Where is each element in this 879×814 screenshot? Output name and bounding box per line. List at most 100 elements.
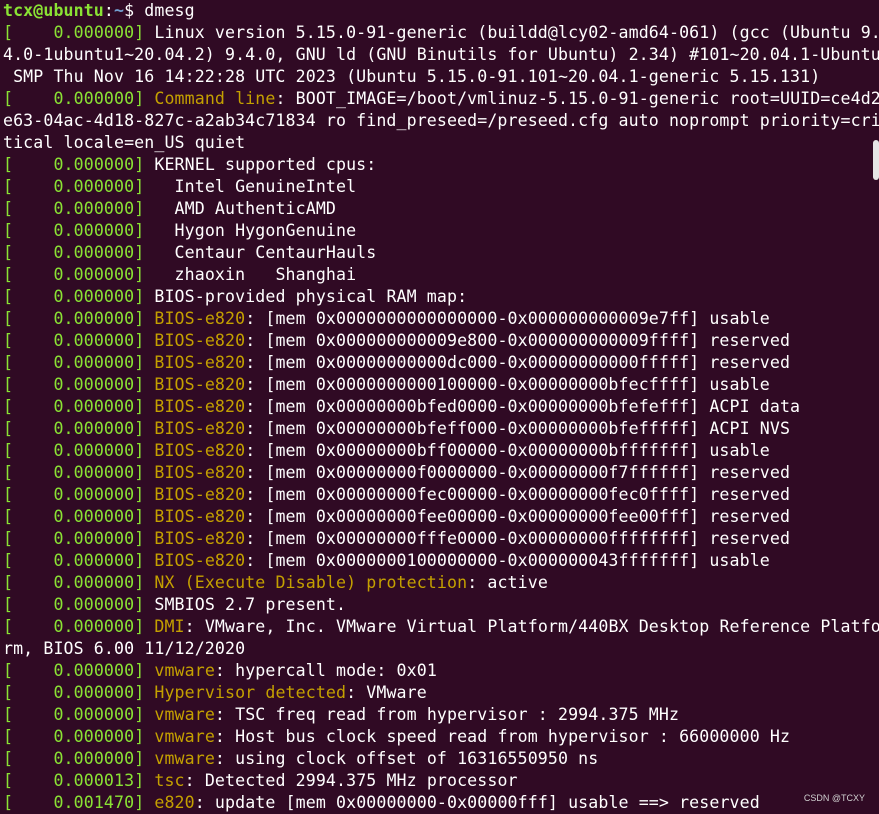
bracket-close: ] — [134, 617, 155, 636]
log-timestamp: 0.000000 — [13, 265, 135, 284]
log-line: [ 0.000000] Hypervisor detected: VMware — [3, 682, 879, 704]
scrollbar-thumb[interactable] — [873, 140, 879, 180]
log-message: : Host bus clock speed read from hypervi… — [214, 727, 791, 746]
log-line: [ 0.000000] BIOS-e820: [mem 0x00000000fe… — [3, 506, 879, 528]
log-message: Linux version 5.15.0-91-generic (buildd@… — [154, 23, 879, 42]
log-facility: e820 — [154, 793, 195, 812]
bracket-close: ] — [134, 463, 155, 482]
prompt-path: ~ — [114, 1, 125, 20]
log-message: : Detected 2994.375 MHz processor — [184, 771, 518, 790]
bracket-open: [ — [3, 221, 14, 240]
bracket-close: ] — [134, 375, 155, 394]
log-line: [ 0.000000] NX (Execute Disable) protect… — [3, 572, 879, 594]
terminal-window[interactable]: tcx@ubuntu:~$ dmesg [ 0.000000] Linux ve… — [0, 0, 879, 814]
prompt-command: dmesg — [144, 1, 195, 20]
bracket-close: ] — [134, 155, 155, 174]
bracket-close: ] — [134, 551, 155, 570]
log-line: [ 0.000000] zhaoxin Shanghai — [3, 264, 879, 286]
log-timestamp: 0.000000 — [13, 683, 135, 702]
log-line: [ 0.000000] BIOS-e820: [mem 0x00000000fe… — [3, 484, 879, 506]
bracket-open: [ — [3, 705, 14, 724]
log-timestamp: 0.000000 — [13, 89, 135, 108]
log-line: [ 0.000000] BIOS-e820: [mem 0x00000000bf… — [3, 440, 879, 462]
log-timestamp: 0.000000 — [13, 243, 135, 262]
log-line: [ 0.000000] KERNEL supported cpus: — [3, 154, 879, 176]
log-timestamp: 0.000000 — [13, 617, 135, 636]
bracket-close: ] — [134, 23, 155, 42]
log-facility: NX (Execute Disable) protection — [154, 573, 468, 592]
log-line: [ 0.000013] tsc: Detected 2994.375 MHz p… — [3, 770, 879, 792]
log-line: [ 0.000000] BIOS-e820: [mem 0x00000000ff… — [3, 528, 879, 550]
bracket-open: [ — [3, 749, 14, 768]
log-message: KERNEL supported cpus: — [154, 155, 377, 174]
log-timestamp: 0.000000 — [13, 177, 135, 196]
log-line: [ 0.000000] vmware: using clock offset o… — [3, 748, 879, 770]
log-continuation: e63-04ac-4d18-827c-a2ab34c71834 ro find_… — [3, 111, 879, 130]
log-facility: BIOS-e820 — [154, 485, 246, 504]
bracket-close: ] — [134, 661, 155, 680]
log-facility: BIOS-e820 — [154, 397, 246, 416]
log-timestamp: 0.000000 — [13, 441, 135, 460]
log-facility: BIOS-e820 — [154, 441, 246, 460]
log-facility: BIOS-e820 — [154, 529, 246, 548]
log-facility: BIOS-e820 — [154, 309, 246, 328]
bracket-close: ] — [134, 529, 155, 548]
bracket-close: ] — [134, 771, 155, 790]
bracket-close: ] — [134, 89, 155, 108]
watermark: CSDN @TCXY — [803, 793, 865, 803]
log-message: : [mem 0x00000000f0000000-0x00000000f7ff… — [245, 463, 791, 482]
log-timestamp: 0.000000 — [13, 309, 135, 328]
bracket-close: ] — [134, 573, 155, 592]
bracket-open: [ — [3, 89, 14, 108]
log-continuation: tical locale=en_US quiet — [3, 133, 246, 152]
bracket-open: [ — [3, 771, 14, 790]
bracket-close: ] — [134, 309, 155, 328]
bracket-open: [ — [3, 375, 14, 394]
bracket-open: [ — [3, 573, 14, 592]
log-line: [ 0.000000] AMD AuthenticAMD — [3, 198, 879, 220]
log-facility: Command line — [154, 89, 276, 108]
bracket-open: [ — [3, 529, 14, 548]
log-message: : active — [467, 573, 548, 592]
log-message: : [mem 0x00000000fec00000-0x00000000fec0… — [245, 485, 791, 504]
log-message: : [mem 0x00000000fffe0000-0x00000000ffff… — [245, 529, 791, 548]
log-line: 4.0-1ubuntu1~20.04.2) 9.4.0, GNU ld (GNU… — [3, 44, 879, 66]
bracket-open: [ — [3, 727, 14, 746]
log-timestamp: 0.000000 — [13, 331, 135, 350]
bracket-close: ] — [134, 749, 155, 768]
log-timestamp: 0.000000 — [13, 199, 135, 218]
bracket-open: [ — [3, 177, 14, 196]
log-facility: BIOS-e820 — [154, 331, 246, 350]
log-message: : TSC freq read from hypervisor : 2994.3… — [214, 705, 680, 724]
log-timestamp: 0.000000 — [13, 551, 135, 570]
bracket-open: [ — [3, 199, 14, 218]
bracket-close: ] — [134, 793, 155, 812]
log-facility: Hypervisor detected — [154, 683, 347, 702]
bracket-close: ] — [134, 441, 155, 460]
log-timestamp: 0.001470 — [13, 793, 135, 812]
log-continuation: rm, BIOS 6.00 11/12/2020 — [3, 639, 246, 658]
bracket-close: ] — [134, 419, 155, 438]
log-facility: DMI — [154, 617, 185, 636]
log-message: : update [mem 0x00000000-0x00000fff] usa… — [194, 793, 760, 812]
log-line: [ 0.000000] BIOS-e820: [mem 0x00000000f0… — [3, 462, 879, 484]
log-line: [ 0.001470] e820: update [mem 0x00000000… — [3, 792, 879, 814]
bracket-open: [ — [3, 331, 14, 350]
log-facility: BIOS-e820 — [154, 353, 246, 372]
log-timestamp: 0.000000 — [13, 485, 135, 504]
log-line: e63-04ac-4d18-827c-a2ab34c71834 ro find_… — [3, 110, 879, 132]
bracket-close: ] — [134, 705, 155, 724]
bracket-open: [ — [3, 683, 14, 702]
log-timestamp: 0.000000 — [13, 155, 135, 174]
prompt-colon: : — [103, 1, 114, 20]
log-message: AMD AuthenticAMD — [154, 199, 336, 218]
log-timestamp: 0.000000 — [13, 419, 135, 438]
log-facility: BIOS-e820 — [154, 463, 246, 482]
log-facility: vmware — [154, 705, 215, 724]
log-line: [ 0.000000] vmware: Host bus clock speed… — [3, 726, 879, 748]
log-message: Centaur CentaurHauls — [154, 243, 377, 262]
log-message: : hypercall mode: 0x01 — [214, 661, 437, 680]
bracket-open: [ — [3, 23, 14, 42]
log-facility: BIOS-e820 — [154, 419, 246, 438]
log-line: SMP Thu Nov 16 14:22:28 UTC 2023 (Ubuntu… — [3, 66, 879, 88]
